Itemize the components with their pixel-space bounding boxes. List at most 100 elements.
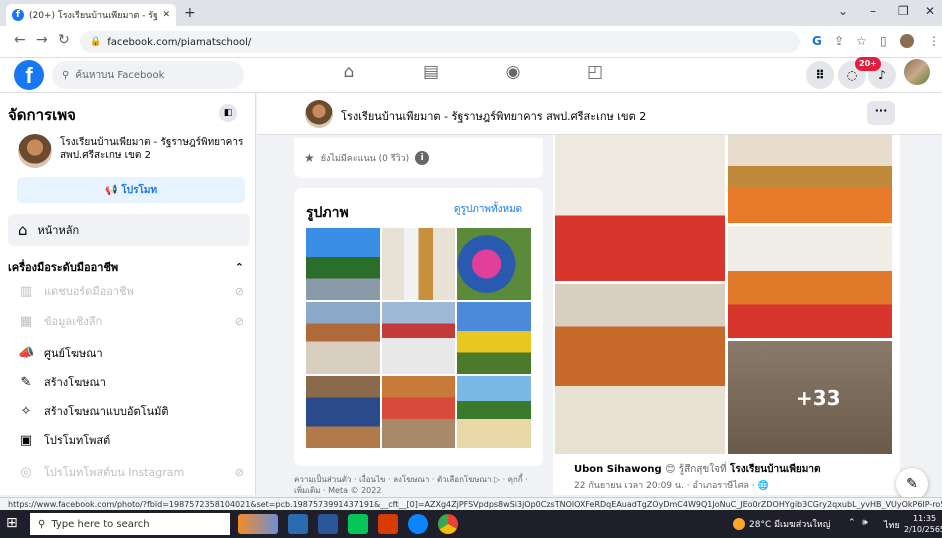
sidebar-item-auto-ad[interactable]: ✧ สร้างโฆษณาแบบอัตโนมัติ: [18, 399, 244, 423]
sun-icon: [733, 518, 745, 530]
bookmark-star-icon[interactable]: ☆: [856, 34, 867, 48]
sidebar-item-label: โปรโมทโพสต์บน Instagram: [44, 466, 185, 479]
compose-button[interactable]: ✎: [896, 468, 928, 500]
author-name[interactable]: Ubon Sihawong: [574, 464, 662, 475]
windows-start-icon[interactable]: ⊞: [6, 515, 18, 531]
page-header-avatar[interactable]: [305, 100, 333, 128]
word-icon[interactable]: [318, 514, 338, 534]
promote-button[interactable]: 📢 โปรโมท: [17, 177, 245, 203]
sidebar-item-home[interactable]: ⌂ หน้าหลัก: [8, 214, 250, 246]
share-icon[interactable]: ⇪: [834, 34, 844, 48]
post-photo[interactable]: [555, 135, 725, 281]
minimize-icon[interactable]: –: [870, 4, 876, 18]
status-link-url: https://www.facebook.com/photo/?fbid=198…: [0, 497, 942, 510]
page-header-name[interactable]: โรงเรียนบ้านเพียมาต - รัฐราษฎร์พิทยาคาร …: [341, 107, 646, 125]
powerpoint-icon[interactable]: [378, 514, 398, 534]
new-tab-icon[interactable]: +: [184, 5, 196, 21]
news-widget[interactable]: [238, 514, 278, 534]
profile-avatar[interactable]: [900, 34, 914, 48]
info-icon[interactable]: i: [415, 151, 430, 165]
sidebar-item-dashboard: ▥ แดชบอร์ดมืออาชีพ ⊘: [18, 279, 244, 303]
volume-icon[interactable]: 🕪: [862, 518, 868, 528]
forward-icon[interactable]: →: [36, 32, 48, 48]
professional-tools-header[interactable]: เครื่องมือระดับมืออาชีพ ⌃: [8, 258, 244, 276]
more-options-button[interactable]: ···: [867, 101, 895, 125]
weather-text: 28°C มีเมฆส่วนใหญ่: [749, 520, 831, 530]
tagged-page[interactable]: โรงเรียนบ้านเพียมาต: [730, 464, 820, 475]
browser-tab[interactable]: f (20+) โรงเรียนบ้านเพียมาต - รัฐราษฎ ✕: [6, 4, 176, 26]
see-all-photos-link[interactable]: ดูรูปภาพทั้งหมด: [454, 202, 522, 217]
taskbar-search-input[interactable]: ⚲ Type here to search: [30, 513, 230, 535]
page-avatar[interactable]: [18, 134, 52, 168]
photo-thumbnail[interactable]: [457, 376, 531, 448]
facebook-logo-icon[interactable]: f: [14, 60, 44, 90]
post-photo[interactable]: [555, 284, 725, 454]
google-icon[interactable]: G: [812, 34, 822, 48]
facebook-header: f ⚲ ค้นหาบน Facebook ⌂ ▤ ◉ ◰ ⠿ ◌ ♪: [0, 58, 942, 93]
account-avatar[interactable]: [904, 59, 930, 85]
sidepanel-icon[interactable]: ▯: [880, 34, 887, 48]
photo-grid: [306, 228, 531, 448]
photo-thumbnail[interactable]: [306, 228, 380, 300]
photo-thumbnail[interactable]: [457, 302, 531, 374]
home-nav-icon[interactable]: ⌂: [334, 62, 364, 88]
post-photo[interactable]: [728, 226, 892, 338]
sidebar-collapse-icon[interactable]: ◧: [219, 104, 237, 122]
notification-badge: 20+: [855, 57, 881, 71]
back-icon[interactable]: ←: [14, 32, 26, 48]
sidebar-item-ad-center[interactable]: 📣 ศูนย์โฆษณา: [18, 341, 244, 365]
weather-widget[interactable]: 28°C มีเมฆส่วนใหญ่: [733, 517, 830, 531]
more-photos-count[interactable]: +33: [796, 386, 841, 410]
close-window-icon[interactable]: ✕: [925, 4, 935, 18]
kebab-menu-icon[interactable]: ⋮: [928, 34, 940, 48]
clock-date: 2/10/2565: [904, 525, 942, 534]
search-placeholder: ค้นหาบน Facebook: [75, 69, 165, 81]
post-icon: ▣: [19, 432, 33, 448]
clock-time: 11:35: [912, 514, 937, 523]
sidebar-item-create-ad[interactable]: ✎ สร้างโฆษณา: [18, 370, 244, 394]
photo-thumbnail[interactable]: [306, 302, 380, 374]
menu-grid-icon[interactable]: ⠿: [806, 61, 834, 89]
chevron-down-icon[interactable]: ⌄: [838, 4, 848, 18]
feeling-text: 😊 รู้สึกสุขใจที่: [665, 464, 727, 475]
line-app-icon[interactable]: [348, 514, 368, 534]
language-indicator[interactable]: ไทย: [884, 518, 900, 532]
promote-label: โปรโมท: [121, 184, 158, 196]
post-photo[interactable]: [728, 135, 892, 223]
tab-title: (20+) โรงเรียนบ้านเพียมาต - รัฐราษฎ: [29, 11, 158, 21]
file-explorer-icon[interactable]: [288, 514, 308, 534]
search-icon: ⚲: [38, 518, 46, 530]
edge-icon[interactable]: [408, 514, 428, 534]
reload-icon[interactable]: ↻: [58, 32, 70, 48]
sidebar-item-insights: ▦ ข้อมูลเชิงลึก ⊘: [18, 309, 244, 333]
star-icon: ★: [304, 151, 315, 165]
taskbar-clock[interactable]: 11:35 2/10/2565: [904, 513, 942, 535]
tray-chevron-icon[interactable]: ⌃: [848, 518, 856, 528]
footer-links[interactable]: ความเป็นส่วนตัว · เงื่อนไข · ลงโฆษณา · ต…: [294, 474, 543, 496]
photo-thumbnail[interactable]: [306, 376, 380, 448]
insights-icon: ▦: [19, 313, 33, 329]
manage-page-sidebar: จัดการเพจ ◧ โรงเรียนบ้านเพียมาต - รัฐราษ…: [0, 93, 256, 495]
section-title: เครื่องมือระดับมืออาชีพ: [8, 261, 119, 274]
gaming-icon[interactable]: ◰: [580, 62, 610, 88]
photo-thumbnail[interactable]: [381, 376, 456, 448]
close-tab-icon[interactable]: ✕: [162, 10, 170, 20]
sidebar-item-label: โปรโมทโพสต์: [44, 434, 111, 447]
sidebar-item-label: แดชบอร์ดมืออาชีพ: [44, 285, 134, 298]
photo-thumbnail[interactable]: [381, 302, 456, 374]
marketplace-icon[interactable]: ▤: [416, 62, 446, 88]
url-field[interactable]: 🔒 facebook.com/piamatschool/: [80, 31, 800, 53]
post-timestamp[interactable]: 22 กันยายน เวลา 20:09 น. · อำเภอราษีไศล …: [574, 478, 769, 492]
disabled-icon: ⊘: [234, 284, 244, 298]
chrome-icon[interactable]: [438, 514, 458, 534]
page-name-link[interactable]: โรงเรียนบ้านเพียมาต - รัฐราษฎร์พิทยาคาร …: [60, 136, 245, 162]
sidebar-item-boost-post[interactable]: ▣ โปรโมทโพสต์: [18, 428, 244, 452]
magic-wand-icon: ✧: [20, 403, 32, 419]
photo-thumbnail[interactable]: [457, 228, 531, 300]
disabled-icon: ⊘: [234, 465, 244, 479]
search-input[interactable]: ⚲ ค้นหาบน Facebook: [52, 61, 244, 89]
rating-card: ★ ยังไม่มีคะแนน (0 รีวิว) i: [294, 138, 543, 178]
photo-thumbnail[interactable]: [381, 228, 456, 300]
groups-icon[interactable]: ◉: [498, 62, 528, 88]
restore-icon[interactable]: ❐: [898, 4, 909, 18]
